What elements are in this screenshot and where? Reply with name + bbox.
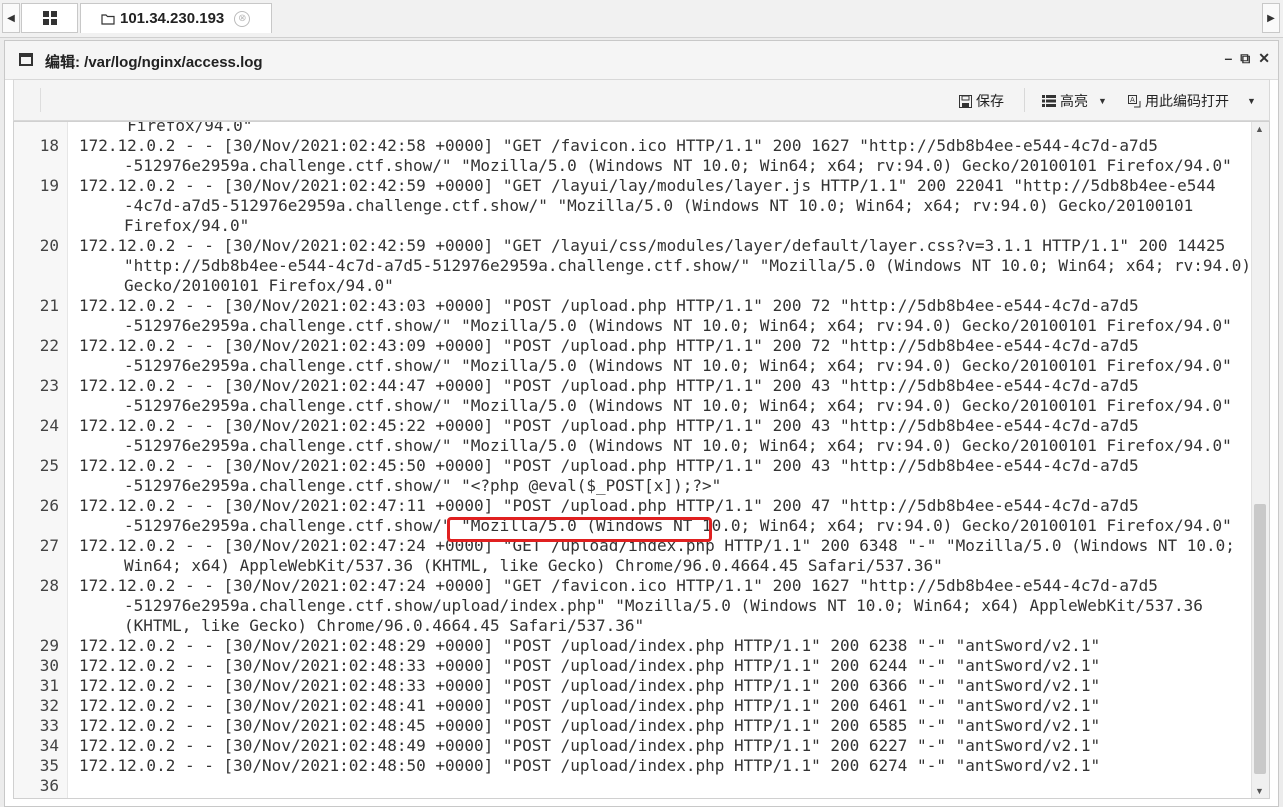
line-number: 33 — [39, 716, 59, 735]
line-number: 27 — [39, 536, 59, 555]
line-number: 28 — [39, 576, 59, 595]
scrollbar-thumb[interactable] — [1254, 504, 1266, 774]
line-text: Firefox/94.0" — [79, 121, 253, 135]
line-number: 21 — [39, 296, 59, 315]
window-icon — [19, 53, 33, 66]
line-number: 30 — [39, 656, 59, 675]
tab-home-grid[interactable] — [21, 3, 78, 33]
tab-bar: ◀ 101.34.230.193 ⊗ ▶ — [0, 0, 1283, 38]
code-line: 34 172.12.0.2 - - [30/Nov/2021:02:48:49 +… — [14, 736, 1254, 756]
line-number: 19 — [39, 176, 59, 195]
tab-close-icon[interactable]: ⊗ — [234, 10, 251, 27]
highlight-annotation-box — [447, 517, 712, 542]
code-editor[interactable]: Firefox/94.0" 18 172.12.0.2 - - [30/Nov/20… — [13, 121, 1270, 799]
editor-toolbar: 保存 高亮 ▼ A 用此编码打开 ▼ — [13, 79, 1270, 121]
chevron-down-icon: ▼ — [1098, 96, 1107, 106]
open-encoding-label: 用此编码打开 — [1145, 93, 1229, 109]
line-number: 22 — [39, 336, 59, 355]
window-titlebar[interactable]: 编辑: /var/log/nginx/access.log – ⧉ ✕ — [5, 41, 1278, 80]
code-line: 28 172.12.0.2 - - [30/Nov/2021:02:47:24 +… — [14, 576, 1254, 636]
line-number: 34 — [39, 736, 59, 755]
line-text: 172.12.0.2 - - [30/Nov/2021:02:48:33 +00… — [79, 656, 1101, 675]
line-text: 172.12.0.2 - - [30/Nov/2021:02:45:22 +00… — [79, 416, 1232, 455]
line-text: 172.12.0.2 - - [30/Nov/2021:02:47:24 +00… — [79, 576, 1203, 635]
line-text: 172.12.0.2 - - [30/Nov/2021:02:42:59 +00… — [79, 176, 1216, 235]
code-line: 35 172.12.0.2 - - [30/Nov/2021:02:48:50 +… — [14, 756, 1254, 776]
line-number: 31 — [39, 676, 59, 695]
code-line: 32 172.12.0.2 - - [30/Nov/2021:02:48:41 +… — [14, 696, 1254, 716]
toolbar-divider — [40, 88, 41, 112]
line-text: 172.12.0.2 - - [30/Nov/2021:02:47:24 +00… — [79, 536, 1235, 575]
window-title: 编辑: /var/log/nginx/access.log — [45, 54, 263, 71]
line-number: 35 — [39, 756, 59, 775]
grid-icon — [42, 11, 57, 25]
line-text: 172.12.0.2 - - [30/Nov/2021:02:48:49 +00… — [79, 736, 1101, 755]
maximize-icon[interactable]: ⧉ — [1240, 50, 1250, 67]
code-line: 24 172.12.0.2 - - [30/Nov/2021:02:45:22 +… — [14, 416, 1254, 456]
scroll-up-icon[interactable]: ▲ — [1255, 124, 1264, 134]
line-text: 172.12.0.2 - - [30/Nov/2021:02:48:33 +00… — [79, 676, 1101, 695]
line-number: 18 — [39, 136, 59, 155]
code-line: 27 172.12.0.2 - - [30/Nov/2021:02:47:24 +… — [14, 536, 1254, 576]
line-number: 23 — [39, 376, 59, 395]
toolbar-divider — [1024, 88, 1025, 112]
line-number: 26 — [39, 496, 59, 515]
line-text: 172.12.0.2 - - [30/Nov/2021:02:48:45 +00… — [79, 716, 1101, 735]
line-number: 36 — [39, 776, 59, 795]
line-number: 32 — [39, 696, 59, 715]
line-text: 172.12.0.2 - - [30/Nov/2021:02:48:50 +00… — [79, 756, 1101, 775]
editor-window: 编辑: /var/log/nginx/access.log – ⧉ ✕ 保存 高… — [4, 40, 1279, 807]
save-icon — [959, 94, 972, 108]
tab-scroll-left-button[interactable]: ◀ — [2, 3, 20, 33]
scroll-down-icon[interactable]: ▼ — [1255, 786, 1264, 796]
line-text: 172.12.0.2 - - [30/Nov/2021:02:44:47 +00… — [79, 376, 1232, 415]
tab-host[interactable]: 101.34.230.193 ⊗ — [80, 3, 272, 33]
line-text: 172.12.0.2 - - [30/Nov/2021:02:43:03 +00… — [79, 296, 1232, 335]
chevron-down-icon: ▼ — [1247, 96, 1256, 106]
line-number: 20 — [39, 236, 59, 255]
line-text: 172.12.0.2 - - [30/Nov/2021:02:43:09 +00… — [79, 336, 1232, 375]
minimize-icon[interactable]: – — [1224, 50, 1232, 67]
svg-text:A: A — [1130, 96, 1135, 104]
save-label: 保存 — [976, 93, 1004, 109]
window-controls: – ⧉ ✕ — [1224, 50, 1270, 67]
line-number: 24 — [39, 416, 59, 435]
code-line: 33 172.12.0.2 - - [30/Nov/2021:02:48:45 +… — [14, 716, 1254, 736]
open-with-encoding-dropdown[interactable]: A 用此编码打开 ▼ — [1128, 91, 1256, 111]
line-text: 172.12.0.2 - - [30/Nov/2021:02:42:59 +00… — [79, 236, 1252, 295]
code-line: 19 172.12.0.2 - - [30/Nov/2021:02:42:59 +… — [14, 176, 1254, 236]
vertical-scrollbar[interactable]: ▲ ▼ — [1251, 122, 1269, 798]
code-line: 31 172.12.0.2 - - [30/Nov/2021:02:48:33 +… — [14, 676, 1254, 696]
code-line: 18 172.12.0.2 - - [30/Nov/2021:02:42:58 +… — [14, 136, 1254, 176]
code-line: 20 172.12.0.2 - - [30/Nov/2021:02:42:59 +… — [14, 236, 1254, 296]
code-content[interactable]: Firefox/94.0" 18 172.12.0.2 - - [30/Nov/20… — [14, 121, 1254, 796]
code-line: 23 172.12.0.2 - - [30/Nov/2021:02:44:47 +… — [14, 376, 1254, 416]
code-line: 29 172.12.0.2 - - [30/Nov/2021:02:48:29 +… — [14, 636, 1254, 656]
encoding-icon: A — [1128, 94, 1141, 107]
list-icon — [1042, 95, 1056, 107]
line-text: 172.12.0.2 - - [30/Nov/2021:02:42:58 +00… — [79, 136, 1232, 175]
highlight-label: 高亮 — [1060, 93, 1088, 109]
code-line: Firefox/94.0" — [14, 121, 1254, 136]
code-line: 21 172.12.0.2 - - [30/Nov/2021:02:43:03 +… — [14, 296, 1254, 336]
folder-icon — [101, 13, 115, 25]
code-line: 22 172.12.0.2 - - [30/Nov/2021:02:43:09 +… — [14, 336, 1254, 376]
code-line: 36 — [14, 776, 1254, 796]
code-line: 25 172.12.0.2 - - [30/Nov/2021:02:45:50 +… — [14, 456, 1254, 496]
close-icon[interactable]: ✕ — [1258, 50, 1270, 67]
line-number: 25 — [39, 456, 59, 475]
tab-scroll-right-button[interactable]: ▶ — [1262, 3, 1280, 33]
line-number: 29 — [39, 636, 59, 655]
line-number — [14, 122, 79, 136]
line-text: 172.12.0.2 - - [30/Nov/2021:02:45:50 +00… — [79, 456, 1139, 495]
line-text: 172.12.0.2 - - [30/Nov/2021:02:48:41 +00… — [79, 696, 1101, 715]
code-line: 30 172.12.0.2 - - [30/Nov/2021:02:48:33 +… — [14, 656, 1254, 676]
save-button[interactable]: 保存 — [959, 91, 1004, 111]
tab-host-label: 101.34.230.193 — [120, 10, 225, 27]
line-text: 172.12.0.2 - - [30/Nov/2021:02:48:29 +00… — [79, 636, 1101, 655]
highlight-dropdown[interactable]: 高亮 ▼ — [1042, 91, 1107, 111]
line-text — [79, 776, 1254, 796]
